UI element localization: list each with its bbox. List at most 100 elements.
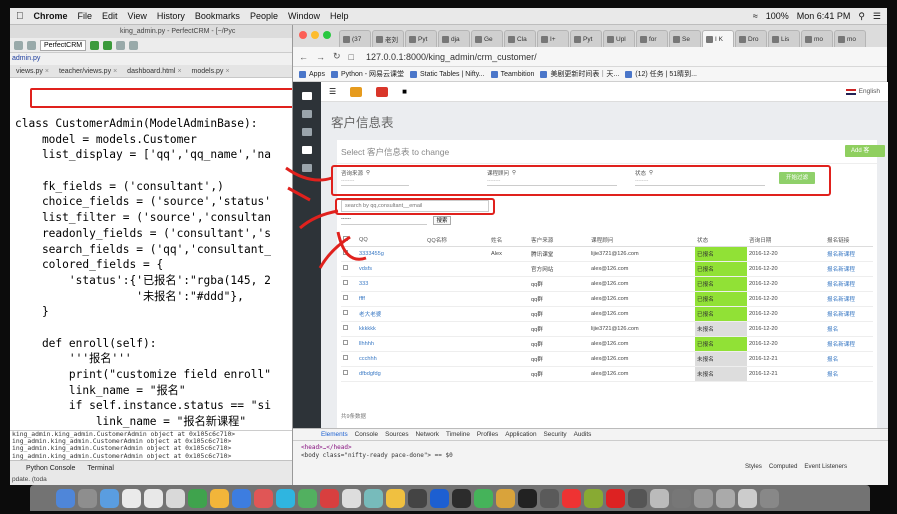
row-checkbox[interactable] xyxy=(343,265,348,270)
sidebar-icon-chevron[interactable] xyxy=(302,164,312,172)
cell-link[interactable]: 报名新课程 xyxy=(825,336,873,352)
column-header[interactable]: QQ名称 xyxy=(425,234,489,247)
code-line[interactable]: readonly_fields = ('consultant','s xyxy=(10,226,300,242)
settings-icon[interactable] xyxy=(129,40,139,50)
dock-app-icon[interactable] xyxy=(56,488,75,508)
code-line[interactable]: } xyxy=(10,304,300,320)
browser-tab[interactable]: Pyt xyxy=(570,30,602,47)
devtools-tab[interactable]: Network xyxy=(416,431,439,438)
bookmark-item[interactable]: Teambition xyxy=(490,70,534,78)
code-line[interactable]: '''报名''' xyxy=(10,351,300,367)
terminal-tab[interactable]: Terminal xyxy=(87,465,113,472)
column-header[interactable]: 客户来源 xyxy=(529,234,589,247)
menu-view[interactable]: View xyxy=(128,11,147,21)
url-bar[interactable]: 127.0.0.1:8000/king_admin/crm_customer/ xyxy=(366,52,537,62)
search-button[interactable]: 搜索 xyxy=(433,216,451,225)
table-row[interactable]: llhhhh qq群 alex@126.com 已报名 2016-12-20 报名新课程 xyxy=(341,336,873,352)
run-icon[interactable] xyxy=(90,40,100,50)
minimize-window-icon[interactable] xyxy=(311,31,319,39)
devtools-tab[interactable]: Application xyxy=(505,431,536,438)
table-row[interactable]: 3333455g Alex 腾讯课堂 lijie3721@126.com 已报名 2016… xyxy=(341,246,873,262)
code-line[interactable]: search_fields = ('qq','consultant_ xyxy=(10,242,300,258)
python-console-tab[interactable]: Python Console xyxy=(26,465,75,472)
cell-qq[interactable]: kkkkkk xyxy=(357,321,425,337)
dock-app-icon[interactable] xyxy=(474,488,493,508)
dock-app-icon[interactable] xyxy=(254,488,273,508)
code-line[interactable]: model = models.Customer xyxy=(10,132,300,148)
browser-tab[interactable]: Cla xyxy=(504,30,536,47)
sidebar-icon-home[interactable] xyxy=(302,110,312,118)
dom-line[interactable]: <head>…</head> xyxy=(301,444,888,452)
message-icon[interactable] xyxy=(376,86,389,97)
code-line[interactable]: link_name = "报名新课程" xyxy=(10,414,300,430)
dock-app-icon[interactable] xyxy=(144,488,163,508)
sidebar-icon-car[interactable] xyxy=(302,128,312,136)
menu-window[interactable]: Window xyxy=(288,11,320,21)
dock-app-icon[interactable] xyxy=(408,488,427,508)
browser-tab[interactable]: dja xyxy=(438,30,470,47)
dock-app-icon[interactable] xyxy=(232,488,251,508)
cell-qq[interactable]: 333 xyxy=(357,276,425,292)
row-checkbox[interactable] xyxy=(343,370,348,375)
dock-app-icon[interactable] xyxy=(540,488,559,508)
code-line[interactable]: choice_fields = ('source','status' xyxy=(10,194,300,210)
apple-icon[interactable]:  xyxy=(16,11,24,22)
devtools-tab[interactable]: Security xyxy=(544,431,567,438)
dock-app-icon[interactable] xyxy=(562,488,581,508)
bookmark-item[interactable]: (12) 任务 | 51睛到... xyxy=(625,69,697,79)
column-header[interactable] xyxy=(341,234,357,247)
dock-app-icon[interactable] xyxy=(760,488,779,508)
cell-link[interactable]: 报名新课程 xyxy=(825,246,873,262)
cell-link[interactable]: 报名 xyxy=(825,366,873,382)
cell-qq[interactable]: ccchhh xyxy=(357,351,425,367)
dock-app-icon[interactable] xyxy=(78,488,97,508)
dock-app-icon[interactable] xyxy=(672,488,691,508)
code-line[interactable]: list_display = ['qq','qq_name','na xyxy=(10,147,300,163)
dock-app-icon[interactable] xyxy=(386,488,405,508)
stop-icon[interactable] xyxy=(116,40,126,50)
code-line[interactable]: link_name = "报名" xyxy=(10,383,300,399)
open-icon[interactable] xyxy=(14,40,23,50)
column-header[interactable]: 咨询日期 xyxy=(747,234,825,247)
user-icon[interactable]: ■ xyxy=(402,87,407,96)
devtools-tab[interactable]: Elements xyxy=(321,431,348,438)
browser-tab[interactable]: mo xyxy=(801,30,833,47)
code-line[interactable]: fk_fields = ('consultant',) xyxy=(10,179,300,195)
browser-tab[interactable]: Pyt xyxy=(405,30,437,47)
column-header[interactable]: QQ xyxy=(357,234,425,247)
browser-tab[interactable]: I K xyxy=(702,30,734,47)
browser-tab[interactable]: (37 xyxy=(339,30,371,47)
devtools-tab[interactable]: Sources xyxy=(385,431,408,438)
cell-qq[interactable]: llhhhh xyxy=(357,336,425,352)
row-checkbox[interactable] xyxy=(343,325,348,330)
dock-app-icon[interactable] xyxy=(166,488,185,508)
dock-app-icon[interactable] xyxy=(738,488,757,508)
search-icon[interactable]: ⚲ xyxy=(858,11,865,22)
browser-tab[interactable]: Lis xyxy=(768,30,800,47)
dock-app-icon[interactable] xyxy=(584,488,603,508)
dom-line[interactable]: <body class="nifty-ready pace-done"> == … xyxy=(301,452,888,460)
dock-app-icon[interactable] xyxy=(320,488,339,508)
bookmark-item[interactable]: 美剧更新时间表｜天... xyxy=(540,69,619,79)
dock-app-icon[interactable] xyxy=(628,488,647,508)
row-checkbox[interactable] xyxy=(343,295,348,300)
menu-bookmarks[interactable]: Bookmarks xyxy=(195,11,240,21)
table-row[interactable]: ccchhh qq群 alex@126.com 未报名 2016-12-21 报名 xyxy=(341,351,873,367)
table-row[interactable]: vdsfs 官方网站 alex@126.com 已报名 2016-12-20 报名新课程 xyxy=(341,261,873,277)
row-checkbox[interactable] xyxy=(343,250,348,255)
sidebar-icon-phone[interactable] xyxy=(302,146,312,154)
table-row[interactable]: kkkkkk qq群 lijie3721@126.com 未报名 2016-12-20 报… xyxy=(341,321,873,337)
browser-tab[interactable]: Se xyxy=(669,30,701,47)
table-row[interactable]: 333 qq群 alex@126.com 已报名 2016-12-20 报名新课程 xyxy=(341,276,873,292)
dock-app-icon[interactable] xyxy=(694,488,713,508)
browser-tab[interactable]: Upl xyxy=(603,30,635,47)
select-all-checkbox[interactable] xyxy=(343,236,348,242)
styles-pane-tab[interactable]: Styles xyxy=(745,463,762,470)
app-menu-chrome[interactable]: Chrome xyxy=(34,11,68,21)
code-line[interactable]: class CustomerAdmin(ModelAdminBase): xyxy=(10,116,300,132)
code-line[interactable]: print("customize field enroll" xyxy=(10,367,300,383)
editor-tab[interactable]: models.py × xyxy=(188,68,234,75)
browser-tab[interactable]: Ge xyxy=(471,30,503,47)
zoom-window-icon[interactable] xyxy=(323,31,331,39)
add-button[interactable]: Add 客 xyxy=(845,145,885,157)
